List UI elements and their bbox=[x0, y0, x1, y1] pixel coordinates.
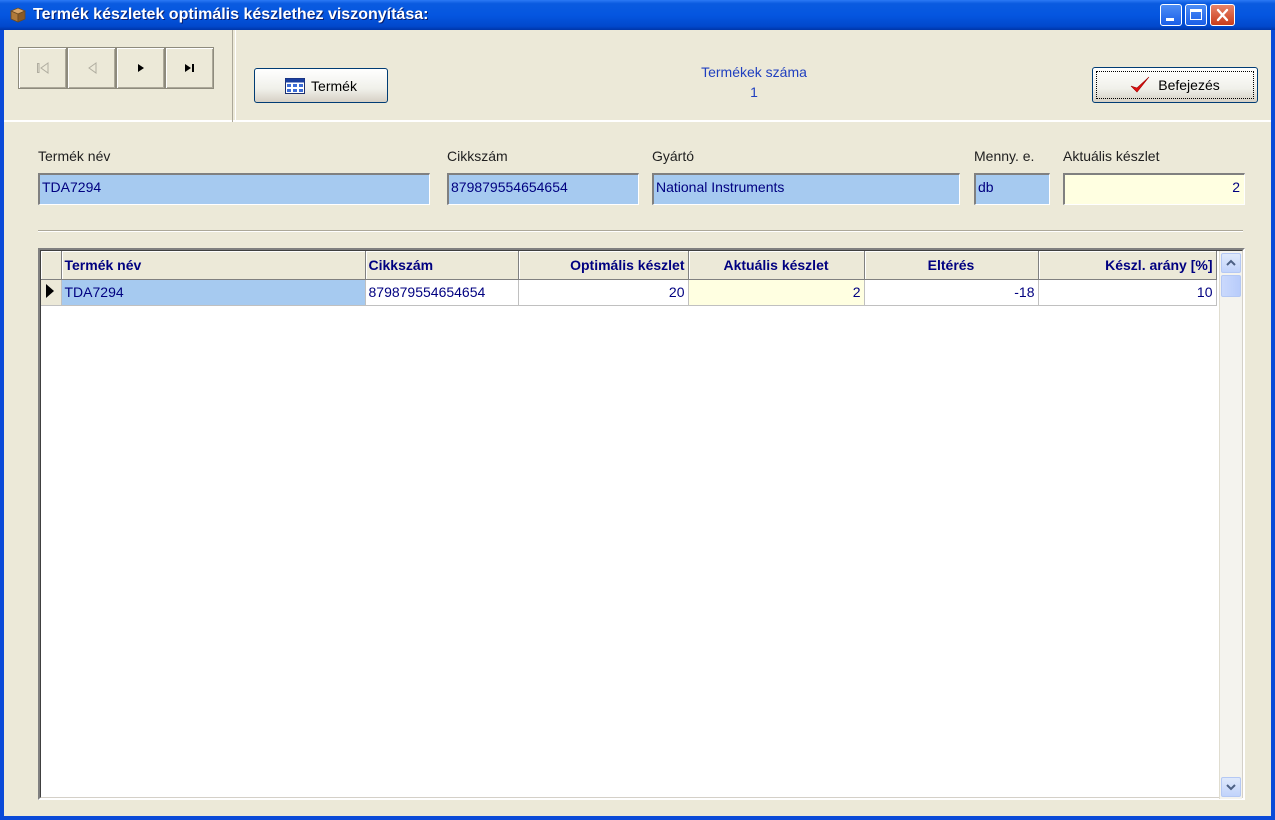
app-window: Termék készletek optimális készlethez vi… bbox=[0, 0, 1275, 820]
previous-record-button[interactable] bbox=[67, 47, 116, 89]
last-record-button[interactable] bbox=[165, 47, 214, 89]
col-header-termek-nev[interactable]: Termék név bbox=[61, 251, 366, 280]
cell-keszl-arany[interactable]: 10 bbox=[1038, 279, 1217, 306]
close-button[interactable] bbox=[1210, 4, 1235, 26]
befejezes-focus-frame: Befejezés bbox=[1096, 71, 1254, 99]
next-record-button[interactable] bbox=[116, 47, 165, 89]
table-row[interactable]: TDA7294 879879554654654 20 2 -18 10 bbox=[41, 279, 1217, 306]
previous-record-icon bbox=[87, 62, 96, 74]
table-icon bbox=[285, 77, 306, 94]
termek-nev-label: Termék név bbox=[38, 148, 111, 164]
col-header-keszl-arany[interactable]: Készl. arány [%] bbox=[1038, 251, 1217, 280]
minimize-icon bbox=[1166, 18, 1174, 21]
chevron-up-icon bbox=[1226, 259, 1236, 266]
close-icon bbox=[1216, 8, 1229, 22]
section-divider bbox=[38, 230, 1243, 232]
befejezes-button-label: Befejezés bbox=[1158, 77, 1220, 93]
checkmark-icon bbox=[1131, 76, 1150, 93]
row-indicator[interactable] bbox=[41, 279, 62, 306]
cell-optimalis-keszlet[interactable]: 20 bbox=[518, 279, 689, 306]
aktualis-keszlet-field[interactable]: 2 bbox=[1063, 173, 1245, 205]
window-title: Termék készletek optimális készlethez vi… bbox=[33, 6, 429, 23]
first-record-button[interactable] bbox=[18, 47, 67, 89]
product-count-label: Termékek száma bbox=[701, 64, 807, 80]
col-header-optimalis-keszlet[interactable]: Optimális készlet bbox=[518, 251, 689, 280]
product-count-value: 1 bbox=[750, 84, 758, 100]
maximize-button[interactable] bbox=[1185, 4, 1207, 26]
first-record-icon bbox=[36, 62, 48, 74]
gyarto-field[interactable]: National Instruments bbox=[652, 173, 960, 205]
indicator-header bbox=[41, 251, 62, 280]
col-header-aktualis-keszlet[interactable]: Aktuális készlet bbox=[688, 251, 865, 280]
cikkszam-field[interactable]: 879879554654654 bbox=[447, 173, 639, 205]
befejezes-button[interactable]: Befejezés bbox=[1092, 67, 1258, 103]
menny-field[interactable]: db bbox=[974, 173, 1050, 205]
scroll-thumb[interactable] bbox=[1221, 275, 1241, 297]
minimize-button[interactable] bbox=[1160, 4, 1182, 26]
cell-aktualis-keszlet[interactable]: 2 bbox=[688, 279, 865, 306]
stock-grid[interactable]: Termék név Cikkszám Optimális készlet Ak… bbox=[38, 248, 1245, 800]
next-record-icon bbox=[137, 64, 144, 72]
aktualis-keszlet-label: Aktuális készlet bbox=[1063, 148, 1160, 164]
cell-cikkszam[interactable]: 879879554654654 bbox=[365, 279, 519, 306]
toolbar-separator bbox=[232, 30, 236, 122]
cikkszam-label: Cikkszám bbox=[447, 148, 508, 164]
vertical-scrollbar[interactable] bbox=[1219, 251, 1242, 799]
col-header-elteres[interactable]: Eltérés bbox=[864, 251, 1039, 280]
client-area: Termék Termékek száma 1 Befejezés Termék… bbox=[4, 30, 1271, 816]
table-header-row: Termék név Cikkszám Optimális készlet Ak… bbox=[41, 251, 1217, 280]
col-header-cikkszam[interactable]: Cikkszám bbox=[365, 251, 519, 280]
menny-label: Menny. e. bbox=[974, 148, 1035, 164]
termek-button-label: Termék bbox=[311, 77, 357, 94]
termek-button[interactable]: Termék bbox=[254, 68, 388, 103]
scroll-down-button[interactable] bbox=[1221, 777, 1241, 797]
maximize-icon bbox=[1190, 9, 1202, 20]
toolbar: Termék Termékek száma 1 Befejezés bbox=[4, 30, 1271, 122]
box-icon bbox=[9, 7, 27, 23]
grid-frame: Termék név Cikkszám Optimális készlet Ak… bbox=[40, 250, 1243, 799]
cell-termek-nev[interactable]: TDA7294 bbox=[61, 279, 366, 306]
stock-table: Termék név Cikkszám Optimális készlet Ak… bbox=[41, 251, 1217, 306]
title-bar[interactable]: Termék készletek optimális készlethez vi… bbox=[0, 0, 1275, 30]
gyarto-label: Gyártó bbox=[652, 148, 695, 164]
chevron-down-icon bbox=[1226, 784, 1236, 791]
cell-elteres[interactable]: -18 bbox=[864, 279, 1039, 306]
scroll-up-button[interactable] bbox=[1221, 253, 1241, 273]
termek-nev-field[interactable]: TDA7294 bbox=[38, 173, 430, 205]
current-row-arrow-icon bbox=[46, 283, 54, 298]
last-record-icon bbox=[184, 64, 194, 72]
record-navigator bbox=[18, 47, 218, 89]
